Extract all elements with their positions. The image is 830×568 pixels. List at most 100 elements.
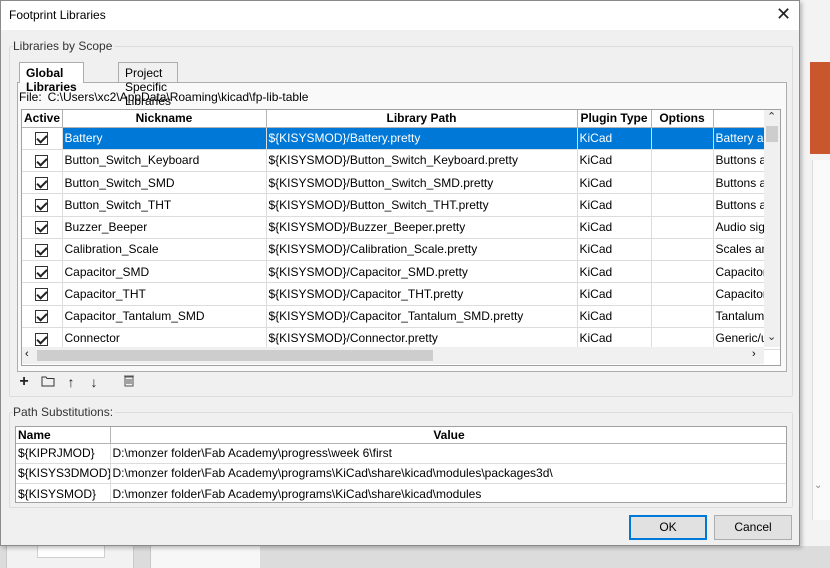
table-row[interactable]: Calibration_Scale ${KISYSMOD}/Calibration… [22, 238, 780, 262]
active-checkbox[interactable] [35, 132, 49, 146]
options-cell[interactable] [651, 282, 714, 306]
plugin-type-cell[interactable]: KiCad [577, 305, 652, 328]
active-cell[interactable] [22, 216, 63, 239]
active-checkbox[interactable] [35, 332, 49, 346]
chevron-up-icon[interactable]: ⌃ [767, 110, 776, 123]
close-icon[interactable]: ✕ [776, 4, 791, 25]
active-cell[interactable] [22, 305, 63, 328]
trash-icon[interactable] [120, 373, 138, 391]
substitution-name-cell[interactable]: ${KISYS3DMOD} [16, 463, 111, 485]
active-cell[interactable] [22, 193, 63, 217]
nickname-cell[interactable]: Battery [62, 127, 267, 150]
table-row[interactable]: Button_Switch_THT ${KISYSMOD}/Button_Swit… [22, 193, 780, 217]
library-path-cell[interactable]: ${KISYSMOD}/Calibration_Scale.pretty [266, 238, 578, 262]
add-library-button[interactable]: + [15, 373, 33, 391]
table-row[interactable]: Capacitor_SMD ${KISYSMOD}/Capacitor_SMD.p… [22, 260, 780, 284]
move-down-button[interactable]: ↓ [85, 373, 103, 391]
horizontal-scrollbar[interactable]: ‹ › [22, 347, 764, 364]
options-cell[interactable] [651, 171, 714, 195]
plugin-type-cell[interactable]: KiCad [577, 149, 652, 173]
column-header-nickname[interactable]: Nickname [62, 110, 267, 128]
nickname-cell[interactable]: Buzzer_Beeper [62, 216, 267, 239]
active-cell[interactable] [22, 260, 63, 284]
active-checkbox[interactable] [35, 199, 49, 213]
table-row[interactable]: ${KIPRJMOD} D:\monzer folder\Fab Academy\… [16, 443, 786, 464]
nickname-cell[interactable]: Button_Switch_Keyboard [62, 149, 267, 173]
active-checkbox[interactable] [35, 221, 49, 235]
nickname-cell[interactable]: Button_Switch_SMD [62, 171, 267, 195]
ok-button[interactable]: OK [629, 515, 707, 540]
active-checkbox[interactable] [35, 288, 49, 302]
tab-project-specific-libraries[interactable]: Project Specific Libraries [118, 62, 179, 108]
active-checkbox[interactable] [35, 243, 49, 257]
active-checkbox[interactable] [35, 176, 49, 190]
chevron-left-icon[interactable]: ‹ [25, 348, 29, 360]
move-up-button[interactable]: ↑ [62, 373, 80, 391]
options-cell[interactable] [651, 193, 714, 217]
background-panel [6, 546, 134, 568]
library-path-cell[interactable]: ${KISYSMOD}/Buzzer_Beeper.pretty [266, 216, 578, 239]
chevron-down-icon[interactable]: ⌄ [767, 330, 776, 343]
plugin-type-cell[interactable]: KiCad [577, 282, 652, 306]
active-checkbox[interactable] [35, 154, 49, 168]
active-cell[interactable] [22, 149, 63, 173]
nickname-cell[interactable]: Capacitor_Tantalum_SMD [62, 305, 267, 328]
table-row[interactable]: Battery ${KISYSMOD}/Battery.pretty KiCad Ba… [22, 127, 780, 150]
table-row[interactable]: ${KISYS3DMOD} D:\monzer folder\Fab Academ… [16, 463, 786, 485]
options-cell[interactable] [651, 305, 714, 328]
plugin-type-cell[interactable]: KiCad [577, 127, 652, 150]
options-cell[interactable] [651, 238, 714, 262]
column-header-value[interactable]: Value [110, 427, 786, 444]
column-header-plugin-type[interactable]: Plugin Type [577, 110, 652, 128]
folder-icon[interactable] [39, 373, 57, 391]
active-cell[interactable] [22, 171, 63, 195]
nickname-cell[interactable]: Calibration_Scale [62, 238, 267, 262]
options-cell[interactable] [651, 149, 714, 173]
scrollbar-thumb[interactable] [37, 350, 433, 361]
column-header-options[interactable]: Options [651, 110, 714, 128]
library-path-cell[interactable]: ${KISYSMOD}/Capacitor_Tantalum_SMD.prett… [266, 305, 578, 328]
table-row[interactable]: Button_Switch_Keyboard ${KISYSMOD}/Button… [22, 149, 780, 173]
active-checkbox[interactable] [35, 310, 49, 324]
plugin-type-cell[interactable]: KiCad [577, 193, 652, 217]
plugin-type-cell[interactable]: KiCad [577, 216, 652, 239]
active-cell[interactable] [22, 238, 63, 262]
library-path-cell[interactable]: ${KISYSMOD}/Button_Switch_SMD.pretty [266, 171, 578, 195]
library-path-cell[interactable]: ${KISYSMOD}/Button_Switch_THT.pretty [266, 193, 578, 217]
nickname-cell[interactable]: Capacitor_THT [62, 282, 267, 306]
substitution-name-cell[interactable]: ${KIPRJMOD} [16, 443, 111, 464]
background-window-edge: ⌄ [800, 0, 830, 568]
nickname-cell[interactable]: Capacitor_SMD [62, 260, 267, 284]
scrollbar-thumb[interactable] [766, 126, 778, 142]
options-cell[interactable] [651, 260, 714, 284]
active-cell[interactable] [22, 127, 63, 150]
table-row[interactable]: Capacitor_THT ${KISYSMOD}/Capacitor_THT.p… [22, 282, 780, 306]
substitution-value-cell[interactable]: D:\monzer folder\Fab Academy\progress\we… [110, 443, 786, 464]
plugin-type-cell[interactable]: KiCad [577, 171, 652, 195]
cancel-button[interactable]: Cancel [714, 515, 792, 540]
library-path-cell[interactable]: ${KISYSMOD}/Capacitor_THT.pretty [266, 282, 578, 306]
table-row[interactable]: Buzzer_Beeper ${KISYSMOD}/Buzzer_Beeper.p… [22, 216, 780, 239]
table-row[interactable]: ${KISYSMOD} D:\monzer folder\Fab Academy\… [16, 483, 786, 502]
active-checkbox[interactable] [35, 265, 49, 279]
plugin-type-cell[interactable]: KiCad [577, 260, 652, 284]
table-row[interactable]: Button_Switch_SMD ${KISYSMOD}/Button_Swit… [22, 171, 780, 195]
library-path-cell[interactable]: ${KISYSMOD}/Battery.pretty [266, 127, 578, 150]
table-row[interactable]: Capacitor_Tantalum_SMD ${KISYSMOD}/Capaci… [22, 305, 780, 328]
nickname-cell[interactable]: Button_Switch_THT [62, 193, 267, 217]
active-cell[interactable] [22, 282, 63, 306]
substitution-value-cell[interactable]: D:\monzer folder\Fab Academy\programs\Ki… [110, 463, 786, 485]
column-header-library-path[interactable]: Library Path [266, 110, 578, 128]
substitution-value-cell[interactable]: D:\monzer folder\Fab Academy\programs\Ki… [110, 483, 786, 502]
library-path-cell[interactable]: ${KISYSMOD}/Capacitor_SMD.pretty [266, 260, 578, 284]
options-cell[interactable] [651, 127, 714, 150]
vertical-scrollbar[interactable]: ⌃ ⌄ [764, 110, 780, 347]
substitution-name-cell[interactable]: ${KISYSMOD} [16, 483, 111, 502]
plugin-type-cell[interactable]: KiCad [577, 238, 652, 262]
tab-global-libraries[interactable]: Global Libraries [19, 62, 84, 94]
library-path-cell[interactable]: ${KISYSMOD}/Button_Switch_Keyboard.prett… [266, 149, 578, 173]
column-header-active[interactable]: Active [22, 110, 63, 128]
column-header-name[interactable]: Name [16, 427, 111, 444]
options-cell[interactable] [651, 216, 714, 239]
chevron-right-icon[interactable]: › [752, 348, 756, 360]
